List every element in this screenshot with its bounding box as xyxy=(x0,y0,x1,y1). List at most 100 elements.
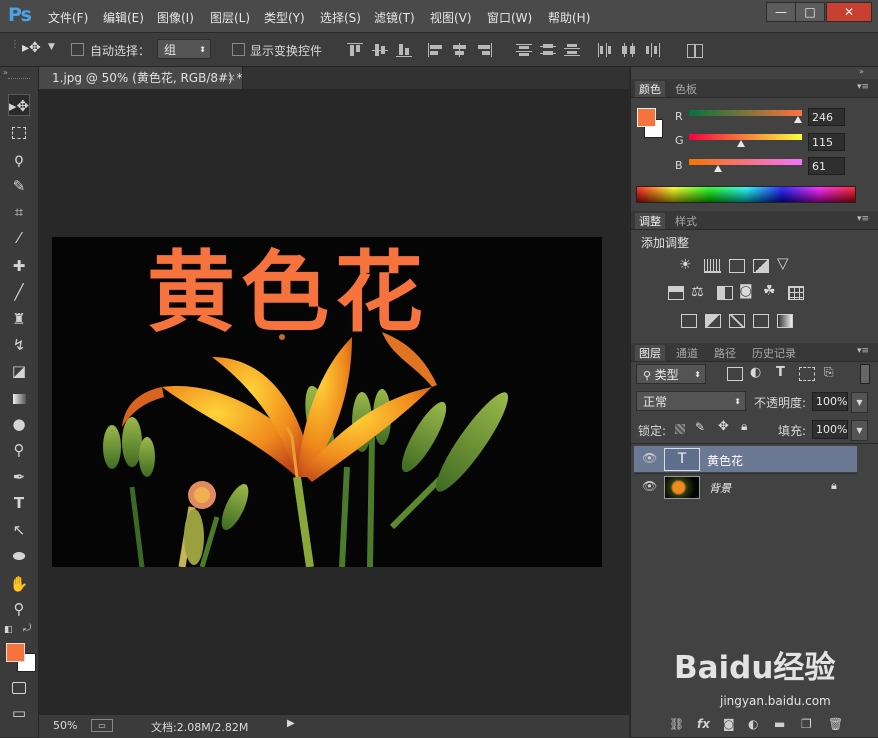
tab-paths[interactable]: 路径 xyxy=(714,345,736,361)
visibility-eye-icon[interactable]: 👁︎ xyxy=(642,451,657,465)
layer-filter-dropdown[interactable]: ⚲ 类型 ⬍ xyxy=(636,364,706,384)
menu-filter[interactable]: 滤镜(T) xyxy=(374,9,415,26)
clone-stamp-tool-icon[interactable]: ♜ xyxy=(8,308,30,330)
default-colors-icon[interactable]: ◧ xyxy=(4,625,13,635)
pen-tool-icon[interactable]: ✒ xyxy=(8,466,30,488)
collapse-icon[interactable]: » xyxy=(3,68,8,77)
chevron-down-icon[interactable]: ▼ xyxy=(48,42,55,52)
menu-help[interactable]: 帮助(H) xyxy=(548,9,590,26)
canvas-text-layer[interactable]: 黄色花 xyxy=(147,243,429,343)
auto-align-layers-icon[interactable] xyxy=(686,43,703,58)
brush-tool-icon[interactable]: ╱ xyxy=(8,281,30,303)
quick-selection-tool-icon[interactable]: ✎ xyxy=(8,175,30,197)
distribute-top-icon[interactable] xyxy=(516,43,532,57)
align-vcenter-icon[interactable] xyxy=(372,43,388,57)
close-button[interactable]: ✕ xyxy=(826,2,872,22)
align-bottom-icon[interactable] xyxy=(396,43,412,57)
eraser-tool-icon[interactable]: ◪ xyxy=(8,360,30,382)
channel-b-slider[interactable] xyxy=(689,159,802,165)
lasso-tool-icon[interactable]: ϙ xyxy=(8,148,30,170)
link-layers-icon[interactable]: ⛓ xyxy=(669,717,684,731)
healing-brush-tool-icon[interactable]: ✚ xyxy=(8,255,30,277)
distribute-left-icon[interactable] xyxy=(597,43,613,57)
menu-layer[interactable]: 图层(L) xyxy=(210,9,250,26)
tab-channels[interactable]: 通道 xyxy=(676,345,698,361)
filter-pixel-icon[interactable] xyxy=(727,367,743,381)
new-adjustment-layer-icon[interactable]: ◐ xyxy=(748,717,758,731)
panel-menu-icon[interactable]: ▾≡ xyxy=(857,346,869,356)
invert-icon[interactable] xyxy=(681,314,697,328)
panel-menu-icon[interactable]: ▾≡ xyxy=(857,214,869,224)
tab-layers[interactable]: 图层 xyxy=(635,345,665,361)
selective-color-icon[interactable] xyxy=(753,314,769,328)
visibility-eye-icon[interactable]: 👁︎ xyxy=(642,479,657,493)
tab-styles[interactable]: 样式 xyxy=(675,213,697,229)
exposure-icon[interactable] xyxy=(753,259,769,273)
layer-name[interactable]: 背景 xyxy=(709,480,731,496)
blur-tool-icon[interactable]: ● xyxy=(8,413,30,435)
posterize-icon[interactable] xyxy=(705,314,721,328)
menu-image[interactable]: 图像(I) xyxy=(157,9,194,26)
menu-select[interactable]: 选择(S) xyxy=(320,9,361,26)
delete-layer-icon[interactable]: 🗑︎ xyxy=(828,717,843,731)
photo-filter-icon[interactable]: ◙ xyxy=(739,283,753,299)
panel-menu-icon[interactable]: ▾≡ xyxy=(857,82,869,92)
channel-g-thumb[interactable] xyxy=(737,140,745,147)
channel-r-slider[interactable] xyxy=(689,110,802,116)
align-top-icon[interactable] xyxy=(347,43,363,57)
filter-adjustment-icon[interactable]: ◐ xyxy=(750,365,761,380)
status-preview-icon[interactable]: ▭ xyxy=(91,719,113,732)
tab-color[interactable]: 颜色 xyxy=(635,81,665,97)
fill-value[interactable]: 100% xyxy=(812,420,848,439)
opacity-dropdown-icon[interactable]: ▼ xyxy=(851,392,868,413)
filter-type-icon[interactable]: T xyxy=(776,365,785,380)
move-tool-icon[interactable]: ▸✥ xyxy=(8,94,30,116)
zoom-level[interactable]: 50% xyxy=(53,719,77,732)
channel-r-thumb[interactable] xyxy=(794,116,802,123)
channel-g-slider[interactable] xyxy=(689,134,802,140)
filter-toggle[interactable] xyxy=(860,364,870,384)
status-menu-arrow-icon[interactable]: ▶ xyxy=(287,718,295,729)
auto-select-dropdown[interactable]: 组 ⬍ xyxy=(157,39,211,59)
menu-file[interactable]: 文件(F) xyxy=(48,9,88,26)
lock-pixels-icon[interactable]: ✎ xyxy=(695,420,705,434)
lock-all-icon[interactable]: 🔒︎ xyxy=(741,419,747,434)
distribute-bottom-icon[interactable] xyxy=(564,43,580,57)
hue-saturation-icon[interactable] xyxy=(668,286,684,300)
ellipse-tool-icon[interactable]: ⬬ xyxy=(8,545,30,567)
color-foreground-swatch[interactable] xyxy=(637,108,656,127)
tab-adjustments[interactable]: 调整 xyxy=(635,213,665,229)
channel-mixer-icon[interactable]: ☘ xyxy=(763,283,776,299)
new-layer-icon[interactable]: ❐ xyxy=(801,717,812,731)
gradient-tool-icon[interactable] xyxy=(8,387,30,409)
align-left-icon[interactable] xyxy=(428,43,444,57)
close-tab-icon[interactable]: × xyxy=(227,67,236,89)
channel-b-value[interactable]: 61 xyxy=(808,157,845,175)
fill-dropdown-icon[interactable]: ▼ xyxy=(851,420,868,441)
layer-style-icon[interactable]: fx xyxy=(697,717,710,731)
distribute-right-icon[interactable] xyxy=(645,43,661,57)
move-tool-preset-icon[interactable]: ▸✥ xyxy=(22,40,41,56)
color-balance-icon[interactable]: ⚖ xyxy=(691,284,704,300)
channel-g-value[interactable]: 115 xyxy=(808,133,845,151)
layer-row-text[interactable]: 👁︎ T 黄色花 xyxy=(634,446,857,472)
swap-colors-icon[interactable]: ⤾ xyxy=(23,623,31,634)
levels-icon[interactable] xyxy=(704,259,721,273)
align-hcenter-icon[interactable] xyxy=(452,43,468,57)
restore-button[interactable]: □ xyxy=(795,2,825,22)
curves-icon[interactable] xyxy=(729,259,745,273)
menu-edit[interactable]: 编辑(E) xyxy=(103,9,144,26)
marquee-tool-icon[interactable] xyxy=(8,121,30,143)
lock-transparent-icon[interactable] xyxy=(675,424,685,434)
menu-view[interactable]: 视图(V) xyxy=(430,9,472,26)
tab-swatches[interactable]: 色板 xyxy=(675,81,697,97)
filter-shape-icon[interactable] xyxy=(799,367,815,381)
filter-smart-object-icon[interactable]: ⎘ xyxy=(824,365,834,380)
align-right-icon[interactable] xyxy=(476,43,492,57)
eyedropper-tool-icon[interactable]: ⁄ xyxy=(8,227,30,249)
dodge-tool-icon[interactable]: ⚲ xyxy=(8,439,30,461)
channel-b-thumb[interactable] xyxy=(714,165,722,172)
screen-mode-icon[interactable]: ▭ xyxy=(8,702,30,724)
menu-window[interactable]: 窗口(W) xyxy=(487,9,532,26)
quick-mask-icon[interactable] xyxy=(8,676,30,698)
